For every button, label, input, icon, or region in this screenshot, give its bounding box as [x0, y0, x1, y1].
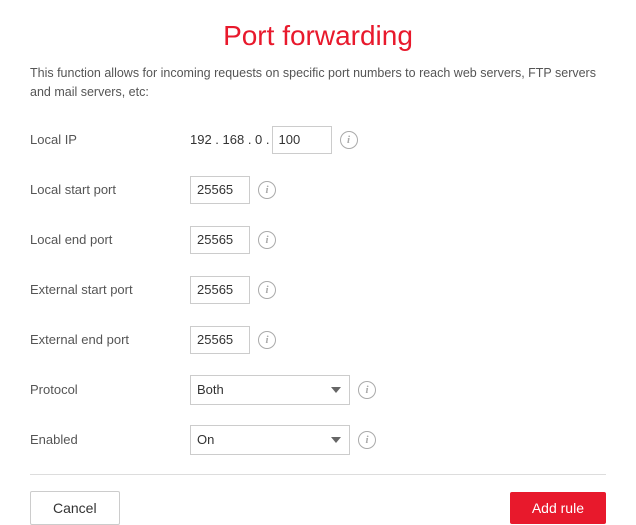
external-start-port-info-icon[interactable]: i: [258, 281, 276, 299]
local-end-port-label: Local end port: [30, 232, 190, 247]
enabled-info-icon[interactable]: i: [358, 431, 376, 449]
page-title: Port forwarding: [30, 20, 606, 52]
local-start-port-input[interactable]: [190, 176, 250, 204]
external-end-port-label: External end port: [30, 332, 190, 347]
protocol-row: Protocol Both TCP UDP i: [30, 372, 606, 408]
local-start-port-info-icon[interactable]: i: [258, 181, 276, 199]
ip-group: 192 . 168 . 0 .: [190, 126, 332, 154]
footer-divider: [30, 474, 606, 475]
description-text: This function allows for incoming reques…: [30, 64, 606, 102]
external-start-port-control: i: [190, 276, 276, 304]
footer-row: Cancel Add rule: [30, 491, 606, 525]
local-ip-control: 192 . 168 . 0 . i: [190, 126, 358, 154]
local-ip-row: Local IP 192 . 168 . 0 . i: [30, 122, 606, 158]
local-ip-label: Local IP: [30, 132, 190, 147]
external-start-port-label: External start port: [30, 282, 190, 297]
protocol-info-icon[interactable]: i: [358, 381, 376, 399]
external-end-port-input[interactable]: [190, 326, 250, 354]
local-end-port-input[interactable]: [190, 226, 250, 254]
protocol-control: Both TCP UDP i: [190, 375, 376, 405]
local-end-port-row: Local end port i: [30, 222, 606, 258]
enabled-control: On Off i: [190, 425, 376, 455]
external-end-port-control: i: [190, 326, 276, 354]
ip-prefix: 192 . 168 . 0 .: [190, 132, 270, 147]
external-end-port-info-icon[interactable]: i: [258, 331, 276, 349]
local-end-port-info-icon[interactable]: i: [258, 231, 276, 249]
local-end-port-control: i: [190, 226, 276, 254]
enabled-row: Enabled On Off i: [30, 422, 606, 458]
protocol-select[interactable]: Both TCP UDP: [190, 375, 350, 405]
local-ip-info-icon[interactable]: i: [340, 131, 358, 149]
cancel-button[interactable]: Cancel: [30, 491, 120, 525]
enabled-select[interactable]: On Off: [190, 425, 350, 455]
protocol-label: Protocol: [30, 382, 190, 397]
enabled-label: Enabled: [30, 432, 190, 447]
external-start-port-row: External start port i: [30, 272, 606, 308]
local-start-port-label: Local start port: [30, 182, 190, 197]
external-start-port-input[interactable]: [190, 276, 250, 304]
local-start-port-control: i: [190, 176, 276, 204]
external-end-port-row: External end port i: [30, 322, 606, 358]
port-forwarding-container: Port forwarding This function allows for…: [0, 0, 636, 500]
local-ip-input[interactable]: [272, 126, 332, 154]
add-rule-button[interactable]: Add rule: [510, 492, 606, 524]
local-start-port-row: Local start port i: [30, 172, 606, 208]
